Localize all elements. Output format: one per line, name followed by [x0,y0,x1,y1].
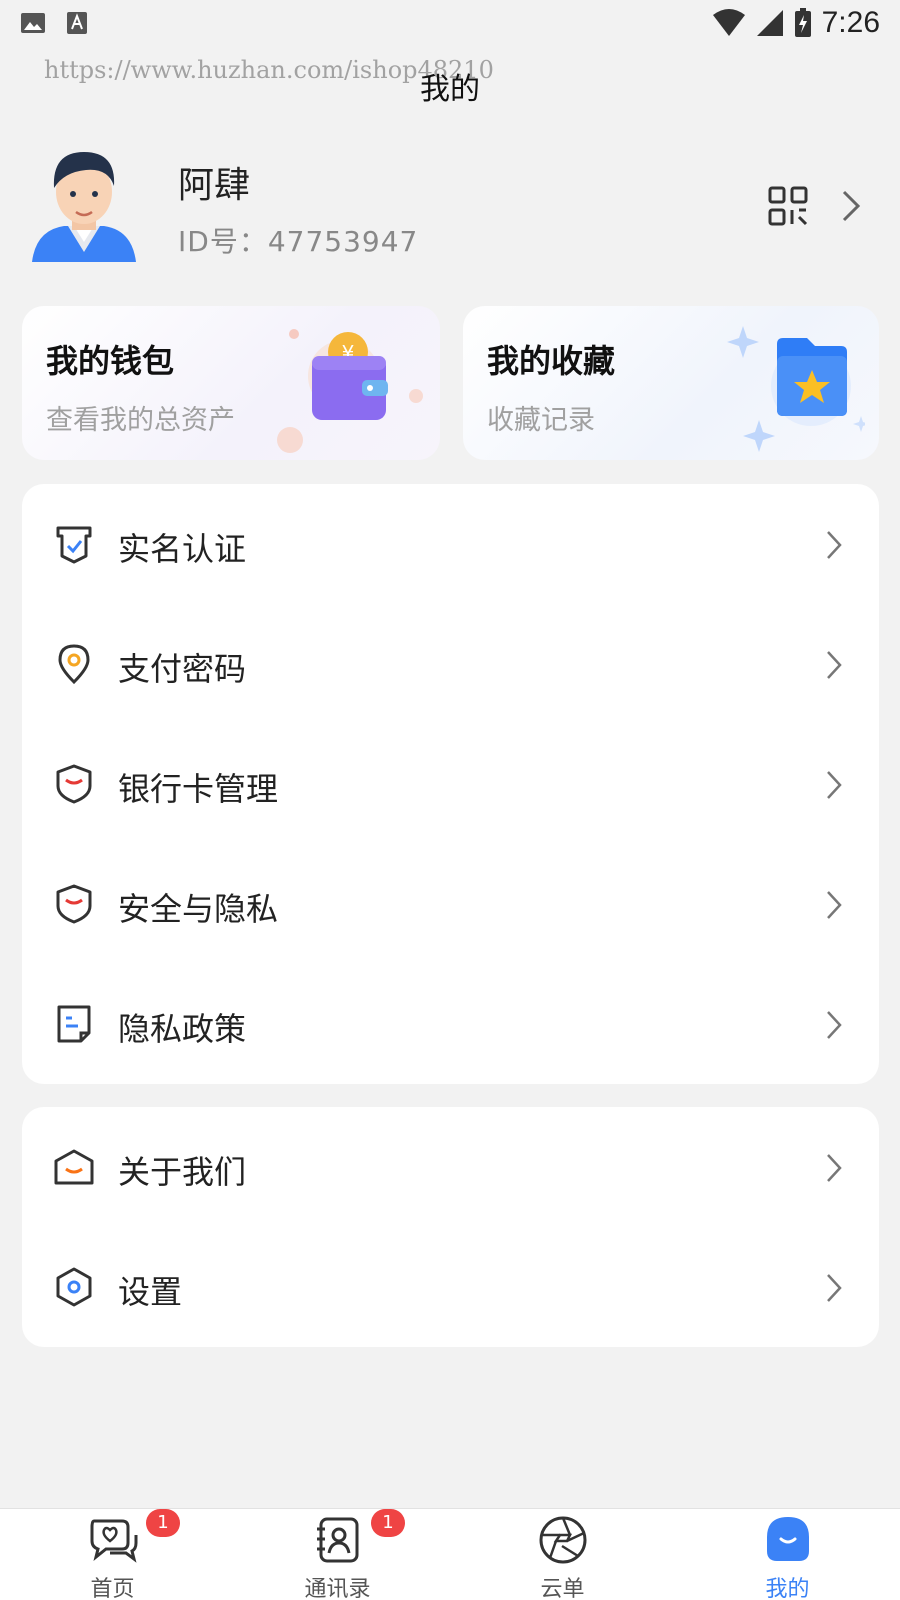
wallet-icon: ¥ [277,329,423,453]
wallet-subtitle: 查看我的总资产 [46,405,235,436]
favorites-card[interactable]: 我的收藏 收藏记录 [463,306,879,460]
menu-item-label: 安全与隐私 [118,890,279,928]
folder-star-icon [727,326,865,452]
menu-item-security-privacy[interactable]: 安全与隐私 [22,844,879,964]
notification-badge: 1 [146,1509,180,1537]
text-app-icon [67,12,87,34]
shield-icon [56,884,92,924]
wallet-card[interactable]: 我的钱包 查看我的总资产 ¥ [22,306,440,460]
chevron-right-icon [827,1011,842,1039]
menu-item-bank-card[interactable]: 银行卡管理 [22,724,879,844]
chevron-right-icon [827,651,842,679]
contacts-icon [317,1517,359,1563]
status-bar: 7:26 [0,0,900,46]
shield-icon [56,764,92,804]
menu-item-label: 关于我们 [118,1153,247,1191]
image-icon [21,13,45,33]
notification-badge: 1 [371,1509,405,1537]
wifi-icon [712,9,745,36]
envelope-icon [54,1149,94,1185]
aperture-icon [539,1516,587,1564]
menu-item-label: 支付密码 [118,650,247,688]
chevron-right-icon[interactable] [838,188,862,224]
tab-contacts[interactable]: 1 通讯录 [225,1509,450,1600]
tab-mine[interactable]: 我的 [675,1509,900,1600]
user-name: 阿肆 [178,165,251,206]
chevron-right-icon [827,1154,842,1182]
profile-header[interactable]: 阿肆 ID号：47753947 [0,142,900,272]
menu-group-app: 关于我们 设置 [22,1107,879,1347]
signal-icon [756,10,783,36]
profile-icon [767,1517,809,1561]
clock: 7:26 [821,6,880,39]
qr-code-icon[interactable] [768,186,808,226]
menu-item-label: 隐私政策 [118,1010,247,1048]
menu-item-about-us[interactable]: 关于我们 [22,1107,879,1227]
battery-icon [794,8,811,37]
menu-item-label: 银行卡管理 [118,770,279,808]
favorites-title: 我的收藏 [487,342,616,380]
tab-label: 我的 [765,1577,810,1600]
chevron-right-icon [827,531,842,559]
chevron-right-icon [827,1274,842,1302]
menu-item-pay-password[interactable]: 支付密码 [22,604,879,724]
hexagon-gear-icon [56,1267,92,1307]
menu-item-settings[interactable]: 设置 [22,1227,879,1347]
tab-label: 云单 [540,1577,585,1600]
chevron-right-icon [827,891,842,919]
wallet-title: 我的钱包 [46,342,175,380]
menu-item-privacy-policy[interactable]: 隐私政策 [22,964,879,1084]
menu-item-label: 设置 [118,1273,183,1311]
page-title: 我的 [420,72,480,107]
favorites-subtitle: 收藏记录 [487,405,595,436]
chevron-right-icon [827,771,842,799]
tab-cloud-orders[interactable]: 云单 [450,1509,675,1600]
menu-group-account: 实名认证 支付密码 银行卡管理 安全与隐私 隐私政策 [22,484,879,1084]
tab-label: 首页 [90,1577,135,1600]
location-pin-icon [58,644,90,685]
menu-item-label: 实名认证 [118,530,247,568]
id-verify-icon [56,526,92,564]
tab-home[interactable]: 1 首页 [0,1509,225,1600]
document-icon [57,1005,91,1043]
home-chat-icon [90,1519,138,1563]
menu-item-real-name[interactable]: 实名认证 [22,484,879,604]
user-id: ID号：47753947 [178,225,419,258]
bottom-tab-bar: 1 首页 1 通讯录 云单 我的 [0,1508,900,1600]
tab-label: 通讯录 [304,1577,371,1600]
avatar[interactable] [24,142,144,268]
